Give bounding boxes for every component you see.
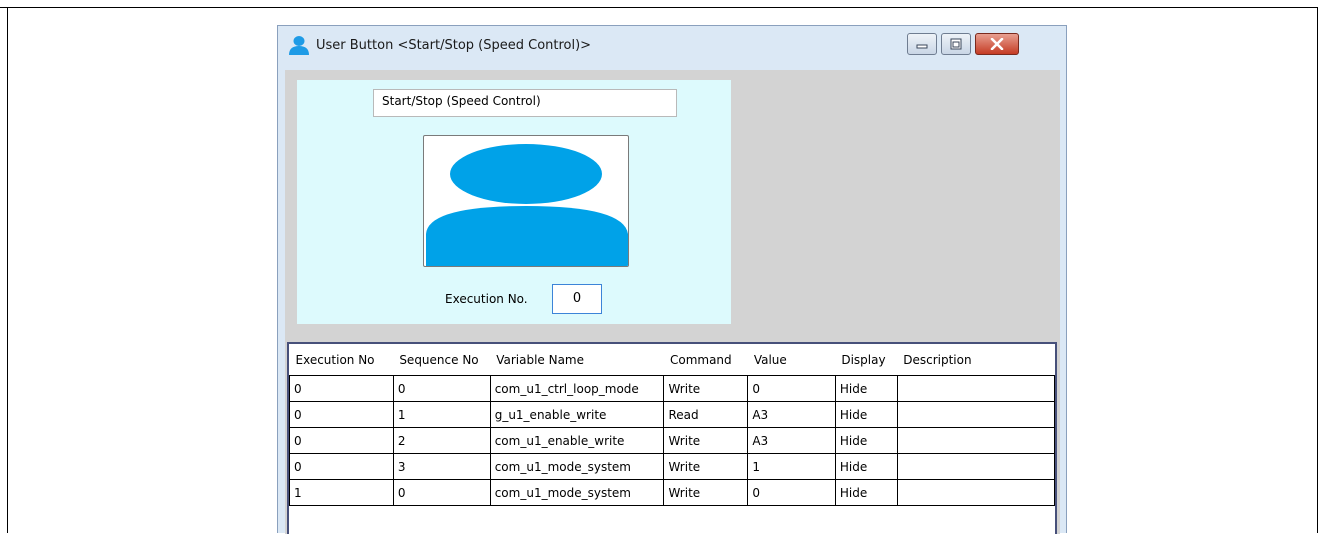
cell-execution-no[interactable]: 0 [289,401,394,428]
cell-sequence-no[interactable]: 0 [392,479,491,506]
table-row[interactable]: 0 2 com_u1_enable_write Write A3 Hide [289,427,1055,454]
table-row[interactable]: 0 0 com_u1_ctrl_loop_mode Write 0 Hide [289,375,1055,402]
cell-variable-name[interactable]: com_u1_enable_write [489,427,665,454]
cell-variable-name[interactable]: g_u1_enable_write [489,401,665,428]
table-header-row: Execution No Sequence No Variable Name C… [289,344,1055,376]
cell-command[interactable]: Write [663,375,749,402]
cell-command[interactable]: Write [663,479,749,506]
cell-value[interactable]: 0 [747,479,836,506]
table-row[interactable]: 0 3 com_u1_mode_system Write 1 Hide [289,453,1055,480]
cell-value[interactable]: A3 [747,427,836,454]
cell-display[interactable]: Hide [834,401,898,428]
cell-variable-name[interactable]: com_u1_ctrl_loop_mode [489,375,665,402]
cell-command[interactable]: Read [663,401,749,428]
command-table: Execution No Sequence No Variable Name C… [287,342,1057,534]
cell-display[interactable]: Hide [834,427,898,454]
cell-sequence-no[interactable]: 3 [392,453,491,480]
minimize-button[interactable] [907,33,937,55]
title-bar[interactable]: User Button <Start/Stop (Speed Control)> [278,26,1066,64]
user-button-window: User Button <Start/Stop (Speed Control)>… [277,25,1067,534]
cell-value[interactable]: 1 [747,453,836,480]
column-header-sequence-no[interactable]: Sequence No [393,344,491,376]
cell-execution-no[interactable]: 0 [289,453,394,480]
cell-description[interactable] [896,427,1055,454]
table-row[interactable]: 0 1 g_u1_enable_write Read A3 Hide [289,401,1055,428]
user-silhouette-icon [426,144,628,266]
cell-display[interactable]: Hide [834,375,898,402]
execution-no-input[interactable]: 0 [552,284,602,314]
cell-value[interactable]: A3 [747,401,836,428]
page-frame-top [0,7,1318,8]
cell-execution-no[interactable]: 0 [289,427,394,454]
maximize-button[interactable] [941,33,971,55]
column-header-display[interactable]: Display [835,344,898,376]
page-frame-left [7,7,8,533]
cell-execution-no[interactable]: 1 [289,479,394,506]
column-header-execution-no[interactable]: Execution No [289,344,394,376]
column-header-variable-name[interactable]: Variable Name [490,344,664,376]
cell-display[interactable]: Hide [834,479,898,506]
button-name-field[interactable]: Start/Stop (Speed Control) [373,89,677,117]
cell-description[interactable] [896,453,1055,480]
close-button[interactable] [975,33,1019,55]
close-icon [990,38,1004,50]
cell-sequence-no[interactable]: 2 [392,427,491,454]
cell-sequence-no[interactable]: 1 [392,401,491,428]
maximize-icon [950,38,962,50]
window-client-area: Start/Stop (Speed Control) Execution No.… [285,70,1060,534]
table-row[interactable]: 1 0 com_u1_mode_system Write 0 Hide [289,479,1055,506]
cell-description[interactable] [896,479,1055,506]
cell-value[interactable]: 0 [747,375,836,402]
window-title: User Button <Start/Stop (Speed Control)> [316,38,592,53]
column-header-description[interactable]: Description [897,344,1055,376]
button-image[interactable] [423,135,629,267]
column-header-command[interactable]: Command [663,344,748,376]
cell-command[interactable]: Write [663,453,749,480]
cell-variable-name[interactable]: com_u1_mode_system [489,453,665,480]
cell-execution-no[interactable]: 0 [289,375,394,402]
cell-description[interactable] [896,401,1055,428]
cell-variable-name[interactable]: com_u1_mode_system [489,479,665,506]
cell-sequence-no[interactable]: 0 [392,375,491,402]
cell-command[interactable]: Write [663,427,749,454]
execution-no-label: Execution No. [445,292,528,306]
cell-description[interactable] [896,375,1055,402]
cell-display[interactable]: Hide [834,453,898,480]
button-preview-panel: Start/Stop (Speed Control) Execution No.… [297,80,731,324]
user-icon [288,34,310,56]
column-header-value[interactable]: Value [747,344,836,376]
minimize-icon [916,44,928,49]
